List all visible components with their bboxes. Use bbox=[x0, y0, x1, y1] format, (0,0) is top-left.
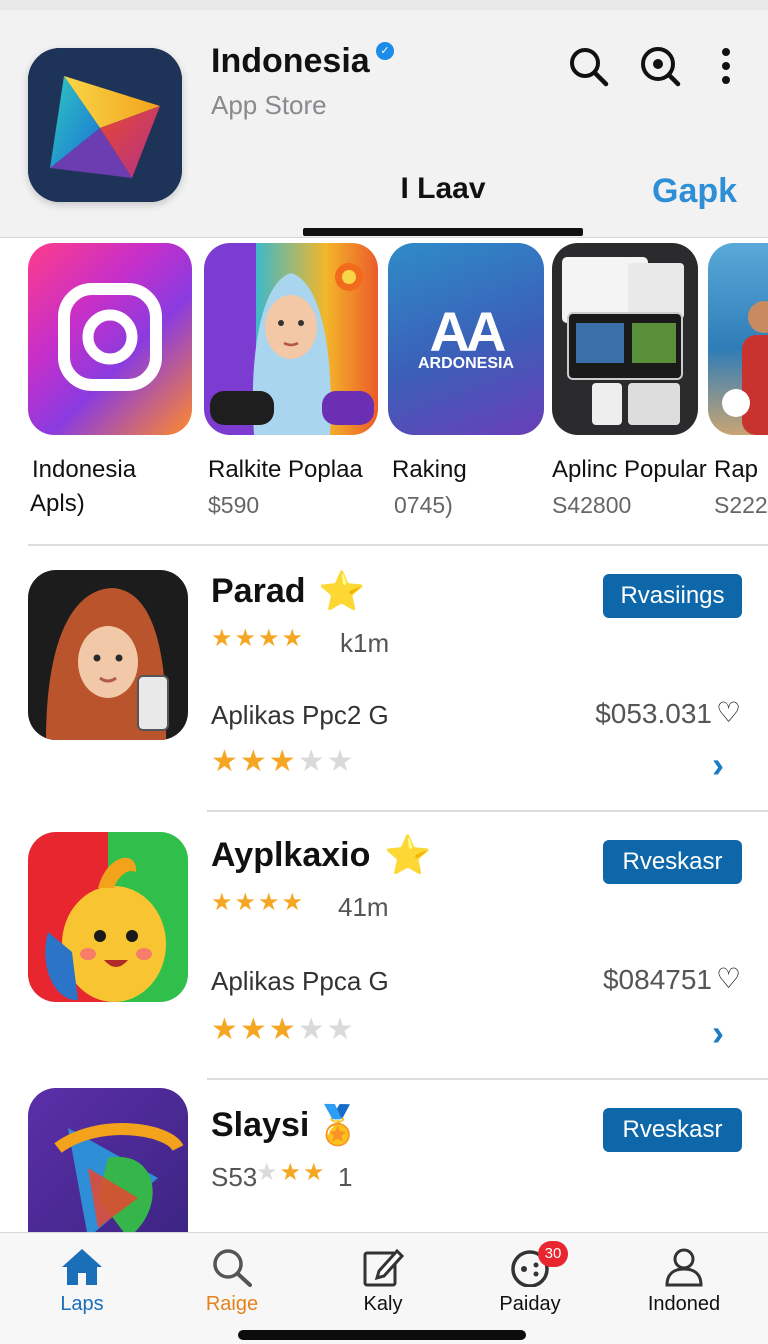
person-app-thumbnail bbox=[204, 243, 378, 435]
ardonesia-app-thumbnail: AA ARDONESIA bbox=[388, 243, 544, 435]
rating-stars-small: ★★★ bbox=[256, 1159, 327, 1186]
search-icon bbox=[213, 1249, 252, 1287]
devices-app-thumbnail bbox=[552, 243, 698, 435]
list-item[interactable]: Slaysi 🏅 S53 ★★★ 1 Rveskasr bbox=[0, 1088, 768, 1232]
thumb-caption: ARDONESIA bbox=[417, 355, 514, 372]
travel-app-thumbnail bbox=[708, 243, 768, 435]
app-header: Indonesia ✓ App Store I Laav Gapk bbox=[0, 0, 768, 238]
star-badge-icon: ⭐ bbox=[384, 835, 432, 877]
app-icon-slaysi bbox=[28, 1088, 188, 1232]
app-icon-parad bbox=[28, 570, 188, 740]
nav-label: Raige bbox=[205, 1293, 259, 1315]
list-item-title: Slaysi bbox=[211, 1106, 310, 1144]
carousel-item-name: Indonesia bbox=[32, 456, 137, 483]
bottom-navigation: Laps Raige Kaly 30 Paiday Indoned bbox=[0, 1232, 768, 1344]
action-button[interactable]: Rvasiings bbox=[603, 574, 742, 618]
list-item-title: Parad bbox=[211, 572, 306, 610]
section-divider bbox=[28, 544, 768, 546]
nav-item-kaly[interactable]: Kaly bbox=[323, 1247, 443, 1316]
heart-icon[interactable]: ♡ bbox=[716, 962, 741, 995]
nav-item-paiday[interactable]: 30 Paiday bbox=[470, 1241, 590, 1316]
medal-icon: 🏅 bbox=[314, 1105, 362, 1147]
heart-icon[interactable]: ♡ bbox=[716, 696, 741, 729]
tab-right[interactable]: Gapk bbox=[652, 172, 737, 211]
carousel-item-name: Ralkite Poplaa bbox=[208, 456, 363, 483]
rating-stars: ★★★★★ bbox=[211, 745, 356, 778]
carousel-item-price: 0745) bbox=[394, 492, 453, 518]
home-indicator bbox=[238, 1330, 526, 1340]
app-title: Indonesia bbox=[211, 42, 370, 80]
rating-count: k1m bbox=[340, 628, 390, 658]
featured-carousel[interactable]: Indonesia Apls) Ralkite Poplaa $590 AA A… bbox=[0, 238, 768, 544]
carousel-card[interactable]: Indonesia Apls) bbox=[28, 238, 192, 521]
nav-label: Laps bbox=[60, 1293, 104, 1315]
search-icon[interactable] bbox=[566, 44, 610, 88]
list-item-price: $053.031 bbox=[595, 698, 712, 729]
more-vertical-icon[interactable] bbox=[704, 44, 748, 88]
app-subtitle: App Store bbox=[211, 90, 327, 120]
chevron-right-icon[interactable]: › bbox=[712, 744, 724, 786]
carousel-item-price: S222 bbox=[714, 492, 768, 518]
tab-active[interactable]: I Laav bbox=[303, 172, 583, 206]
list-item[interactable]: Parad ⭐ ★★★★ k1m Rvasiings Aplikas Ppc2 … bbox=[0, 568, 768, 808]
carousel-item-name-line2: Apls) bbox=[30, 490, 85, 517]
carousel-item-name: Rap bbox=[714, 456, 759, 483]
profile-icon bbox=[665, 1248, 703, 1287]
carousel-card[interactable]: Ralkite Poplaa $590 bbox=[204, 238, 378, 523]
rating-stars-small: ★★★★ bbox=[211, 889, 306, 916]
list-item-price: $084751 bbox=[602, 964, 712, 995]
chevron-right-icon[interactable]: › bbox=[712, 1012, 724, 1054]
tab-underline bbox=[303, 228, 583, 236]
carousel-item-name: Aplinc Popular bbox=[552, 456, 707, 483]
camera-app-thumbnail bbox=[28, 243, 192, 435]
carousel-card[interactable]: Rap S222 bbox=[708, 238, 768, 523]
rating-stars-small: ★★★★ bbox=[211, 625, 306, 652]
carousel-item-price: S42800 bbox=[552, 492, 632, 518]
status-bar bbox=[0, 0, 768, 10]
app-icon-ayplkaxio bbox=[28, 832, 188, 1002]
nav-item-laps[interactable]: Laps bbox=[22, 1247, 142, 1316]
home-icon bbox=[62, 1249, 102, 1285]
action-button[interactable]: Rveskasr bbox=[603, 1108, 742, 1152]
rating-suffix: 1 bbox=[338, 1162, 353, 1192]
carousel-item-name: Raking bbox=[392, 456, 467, 483]
search-circle-icon[interactable] bbox=[638, 44, 682, 88]
star-badge-icon: ⭐ bbox=[318, 571, 366, 613]
nav-item-indoned[interactable]: Indoned bbox=[624, 1247, 744, 1316]
list-item[interactable]: Ayplkaxio ⭐ ★★★★ 41m Rveskasr Aplikas Pp… bbox=[0, 832, 768, 1076]
verified-badge-icon: ✓ bbox=[376, 42, 394, 60]
app-store-logo-icon bbox=[28, 48, 182, 202]
rating-count: 41m bbox=[338, 892, 389, 922]
list-item-subtitle: Aplikas Ppc2 G bbox=[211, 700, 389, 730]
row-divider bbox=[207, 1078, 768, 1080]
notification-badge: 30 bbox=[538, 1241, 568, 1267]
nav-item-raige[interactable]: Raige bbox=[172, 1247, 292, 1316]
nav-label: Paiday bbox=[499, 1293, 561, 1315]
edit-icon bbox=[363, 1248, 405, 1287]
list-item-title: Ayplkaxio bbox=[211, 836, 371, 874]
nav-label: Kaly bbox=[363, 1293, 403, 1315]
carousel-item-price: $590 bbox=[208, 492, 260, 518]
row-divider bbox=[207, 810, 768, 812]
rating-count: S53 bbox=[211, 1162, 258, 1192]
action-button[interactable]: Rveskasr bbox=[603, 840, 742, 884]
list-item-subtitle: Aplikas Ppca G bbox=[211, 966, 389, 996]
nav-label: Indoned bbox=[647, 1293, 721, 1315]
rating-stars: ★★★★★ bbox=[211, 1013, 356, 1046]
carousel-card[interactable]: AA ARDONESIA Raking 0745) bbox=[388, 238, 544, 523]
carousel-card[interactable]: Aplinc Popular S42800 bbox=[552, 238, 707, 523]
